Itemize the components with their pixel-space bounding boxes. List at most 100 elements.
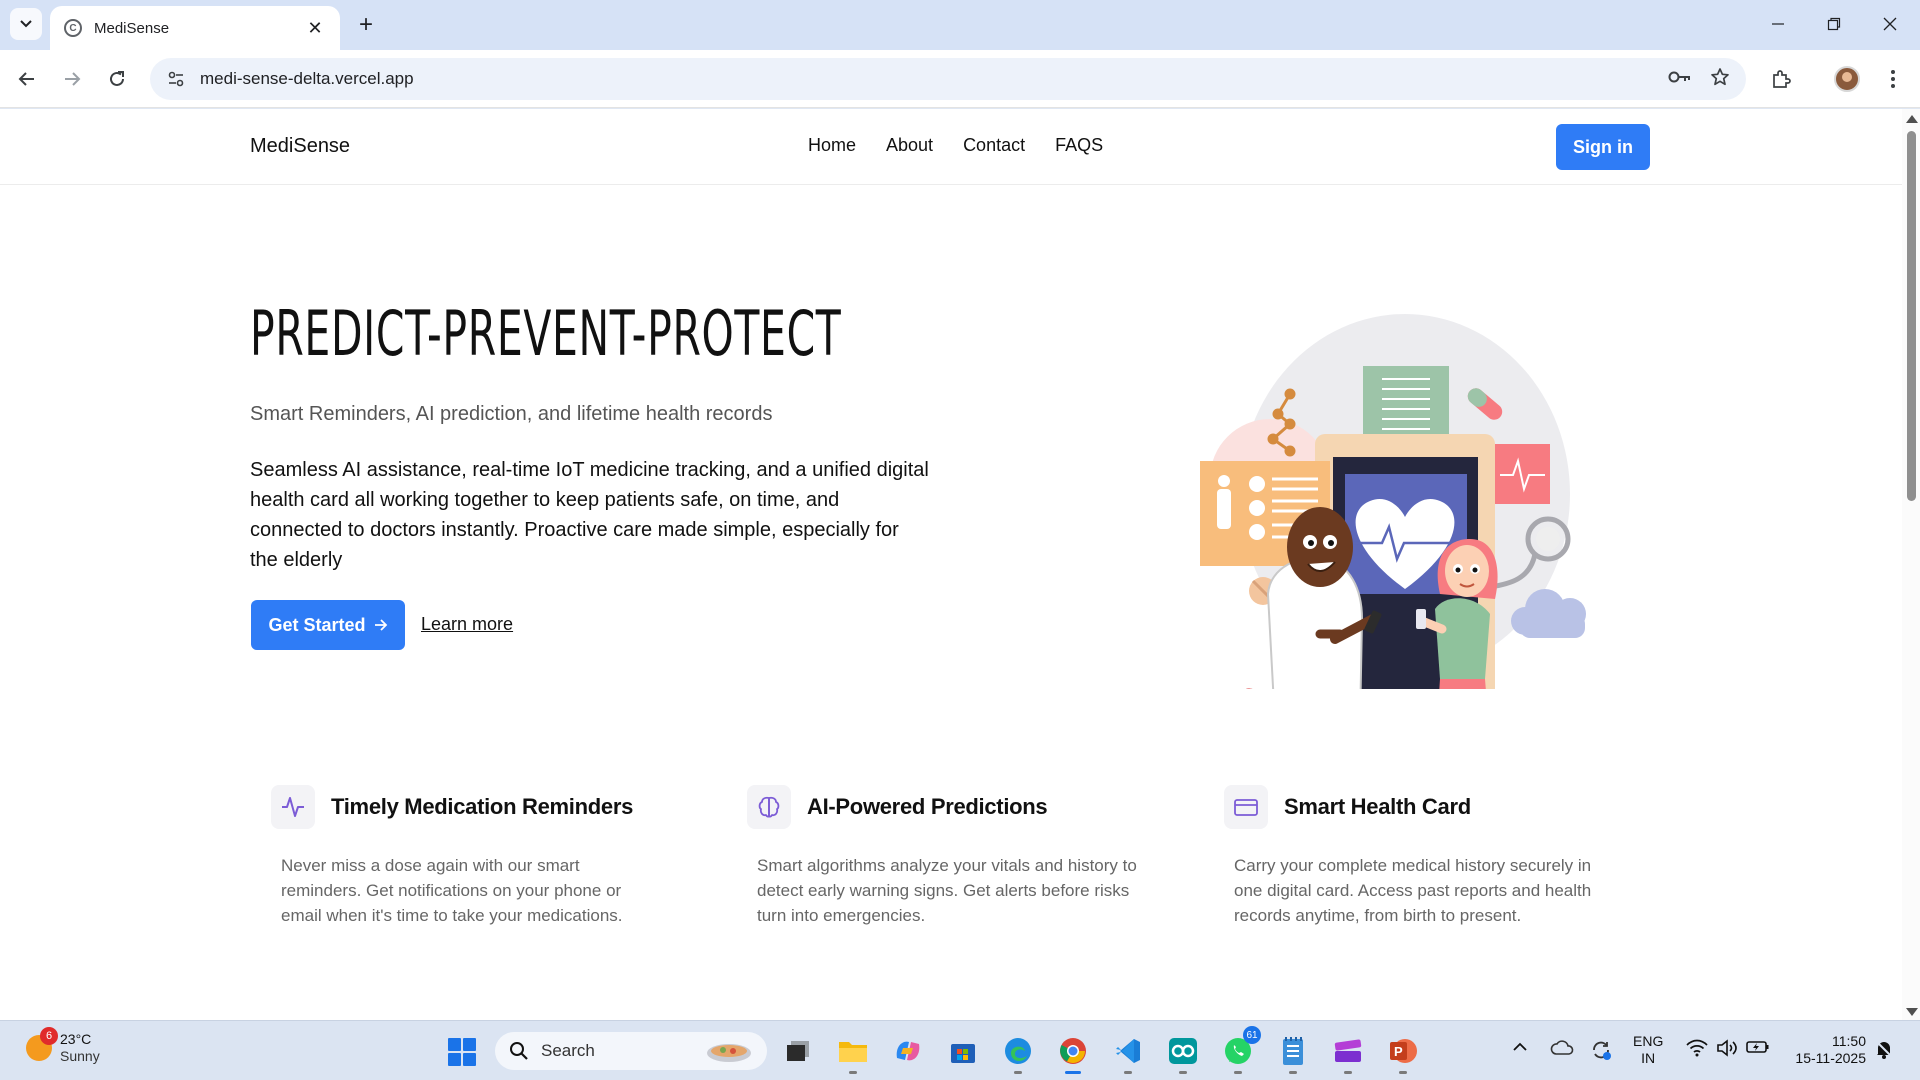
feature-title: Smart Health Card (1284, 794, 1471, 819)
arduino-app[interactable] (1166, 1034, 1200, 1074)
restore-button[interactable] (1814, 8, 1854, 40)
sync-icon (1593, 1041, 1611, 1060)
system-clock[interactable]: 11:50 15-11-2025 (1784, 1033, 1866, 1067)
card-icon (1224, 785, 1268, 829)
browser-menu-button[interactable] (1876, 62, 1910, 96)
page-scrollbar[interactable] (1902, 109, 1920, 1020)
puzzle-icon (1773, 70, 1791, 88)
task-view-button[interactable] (781, 1034, 815, 1068)
taskbar-search-placeholder: Search (541, 1041, 595, 1060)
sign-in-button[interactable]: Sign in (1556, 124, 1650, 170)
nav-home[interactable]: Home (808, 135, 856, 156)
copilot-app[interactable] (891, 1034, 925, 1068)
whatsapp-badge: 61 (1243, 1026, 1261, 1044)
learn-more-link[interactable]: Learn more (421, 614, 513, 635)
speaker-icon (1717, 1039, 1737, 1057)
tab-title: MediSense (94, 19, 170, 37)
minimize-button[interactable] (1758, 8, 1798, 40)
arrow-right-icon (65, 72, 81, 86)
sun-icon: 6 (26, 1027, 58, 1061)
get-started-button[interactable]: Get Started (251, 600, 405, 650)
nav-about[interactable]: About (886, 135, 933, 156)
nav-contact[interactable]: Contact (963, 135, 1025, 156)
volume-tray[interactable] (1716, 1039, 1738, 1057)
powerpoint-app[interactable]: P (1386, 1034, 1420, 1074)
arrow-left-icon (18, 72, 34, 86)
store-icon (951, 1044, 975, 1063)
vscode-icon (1116, 1039, 1140, 1063)
close-window-button[interactable] (1870, 8, 1910, 40)
site-favicon-icon: C (64, 19, 82, 37)
reload-button[interactable] (100, 62, 134, 96)
site-nav: Home About Contact FAQS (808, 135, 1103, 156)
active-tab[interactable]: C MediSense ✕ (50, 6, 340, 50)
show-hidden-icons-button[interactable] (1512, 1039, 1528, 1055)
bookmark-star-icon[interactable] (1710, 67, 1730, 92)
battery-tray[interactable] (1746, 1039, 1770, 1055)
chevron-up-icon (1513, 1042, 1527, 1051)
microsoft-store-app[interactable] (946, 1034, 980, 1068)
wifi-tray[interactable] (1686, 1039, 1708, 1057)
scroll-down-arrow-icon[interactable] (1906, 1008, 1918, 1016)
restore-icon (1827, 17, 1841, 31)
vscode-app[interactable] (1111, 1034, 1145, 1074)
tab-search-button[interactable] (10, 8, 42, 40)
region-code: IN (1641, 1050, 1656, 1066)
site-logo[interactable]: MediSense (250, 135, 350, 158)
hero-description: Seamless AI assistance, real-time IoT me… (250, 459, 929, 571)
reload-icon (110, 71, 124, 86)
scroll-up-arrow-icon[interactable] (1906, 115, 1918, 123)
feature-health-card: Smart Health Card Carry your complete me… (1224, 785, 1644, 928)
arduino-icon (1169, 1038, 1197, 1064)
windows-taskbar: 6 23°C Sunny Search 61 P ENG IN 11:50 15… (0, 1020, 1920, 1080)
notifications-button[interactable] (1874, 1039, 1894, 1059)
new-tab-button[interactable]: + (352, 11, 380, 39)
search-highlight-icon (707, 1044, 751, 1062)
forward-button[interactable] (55, 62, 89, 96)
feature-medication-reminders: Timely Medication Reminders Never miss a… (271, 785, 691, 928)
avatar (1834, 66, 1860, 92)
weather-badge: 6 (40, 1027, 58, 1045)
battery-charging-icon (1746, 1041, 1769, 1053)
feature-title: AI-Powered Predictions (807, 794, 1048, 819)
address-bar[interactable]: medi-sense-delta.vercel.app (150, 58, 1746, 100)
clipchamp-icon (1334, 1039, 1362, 1062)
page-viewport: MediSense Home About Contact FAQS Sign i… (0, 109, 1902, 1020)
arrow-right-icon (374, 619, 387, 631)
activity-icon (271, 785, 315, 829)
site-settings-icon[interactable] (166, 69, 186, 89)
clipchamp-app[interactable] (1331, 1034, 1365, 1074)
back-button[interactable] (10, 62, 44, 96)
scroll-thumb[interactable] (1907, 131, 1916, 501)
sync-tray[interactable] (1590, 1039, 1612, 1061)
chrome-app[interactable] (1056, 1034, 1090, 1074)
minimize-icon (1772, 23, 1784, 25)
extensions-button[interactable] (1764, 62, 1798, 96)
get-started-label: Get Started (268, 614, 366, 635)
folder-icon (839, 1042, 867, 1062)
onedrive-tray[interactable] (1550, 1039, 1574, 1057)
wifi-icon (1686, 1039, 1708, 1057)
feature-description: Smart algorithms analyze your vitals and… (757, 856, 1137, 925)
hero-title: PREDICT-PREVENT-PROTECT (250, 297, 842, 370)
password-key-icon[interactable] (1668, 69, 1692, 90)
weather-widget[interactable]: 6 23°C Sunny (26, 1027, 100, 1065)
profile-button[interactable] (1830, 62, 1864, 96)
svg-text:P: P (1394, 1044, 1403, 1059)
url-text[interactable]: medi-sense-delta.vercel.app (200, 69, 1668, 89)
taskbar-search[interactable]: Search (495, 1032, 767, 1070)
edge-app[interactable] (1001, 1034, 1035, 1074)
file-explorer-app[interactable] (836, 1034, 870, 1074)
language-indicator[interactable]: ENG IN (1633, 1033, 1663, 1067)
edge-icon (1005, 1038, 1031, 1064)
clock-date: 15-11-2025 (1795, 1050, 1866, 1066)
notepad-app[interactable] (1276, 1034, 1310, 1074)
chevron-down-icon (20, 20, 32, 28)
copilot-icon (896, 1041, 920, 1061)
start-button[interactable] (448, 1038, 476, 1066)
whatsapp-app[interactable]: 61 (1221, 1026, 1261, 1074)
bell-icon (1875, 1040, 1893, 1059)
tab-close-icon[interactable]: ✕ (304, 17, 326, 39)
task-view-icon (787, 1041, 809, 1061)
nav-faqs[interactable]: FAQS (1055, 135, 1103, 156)
